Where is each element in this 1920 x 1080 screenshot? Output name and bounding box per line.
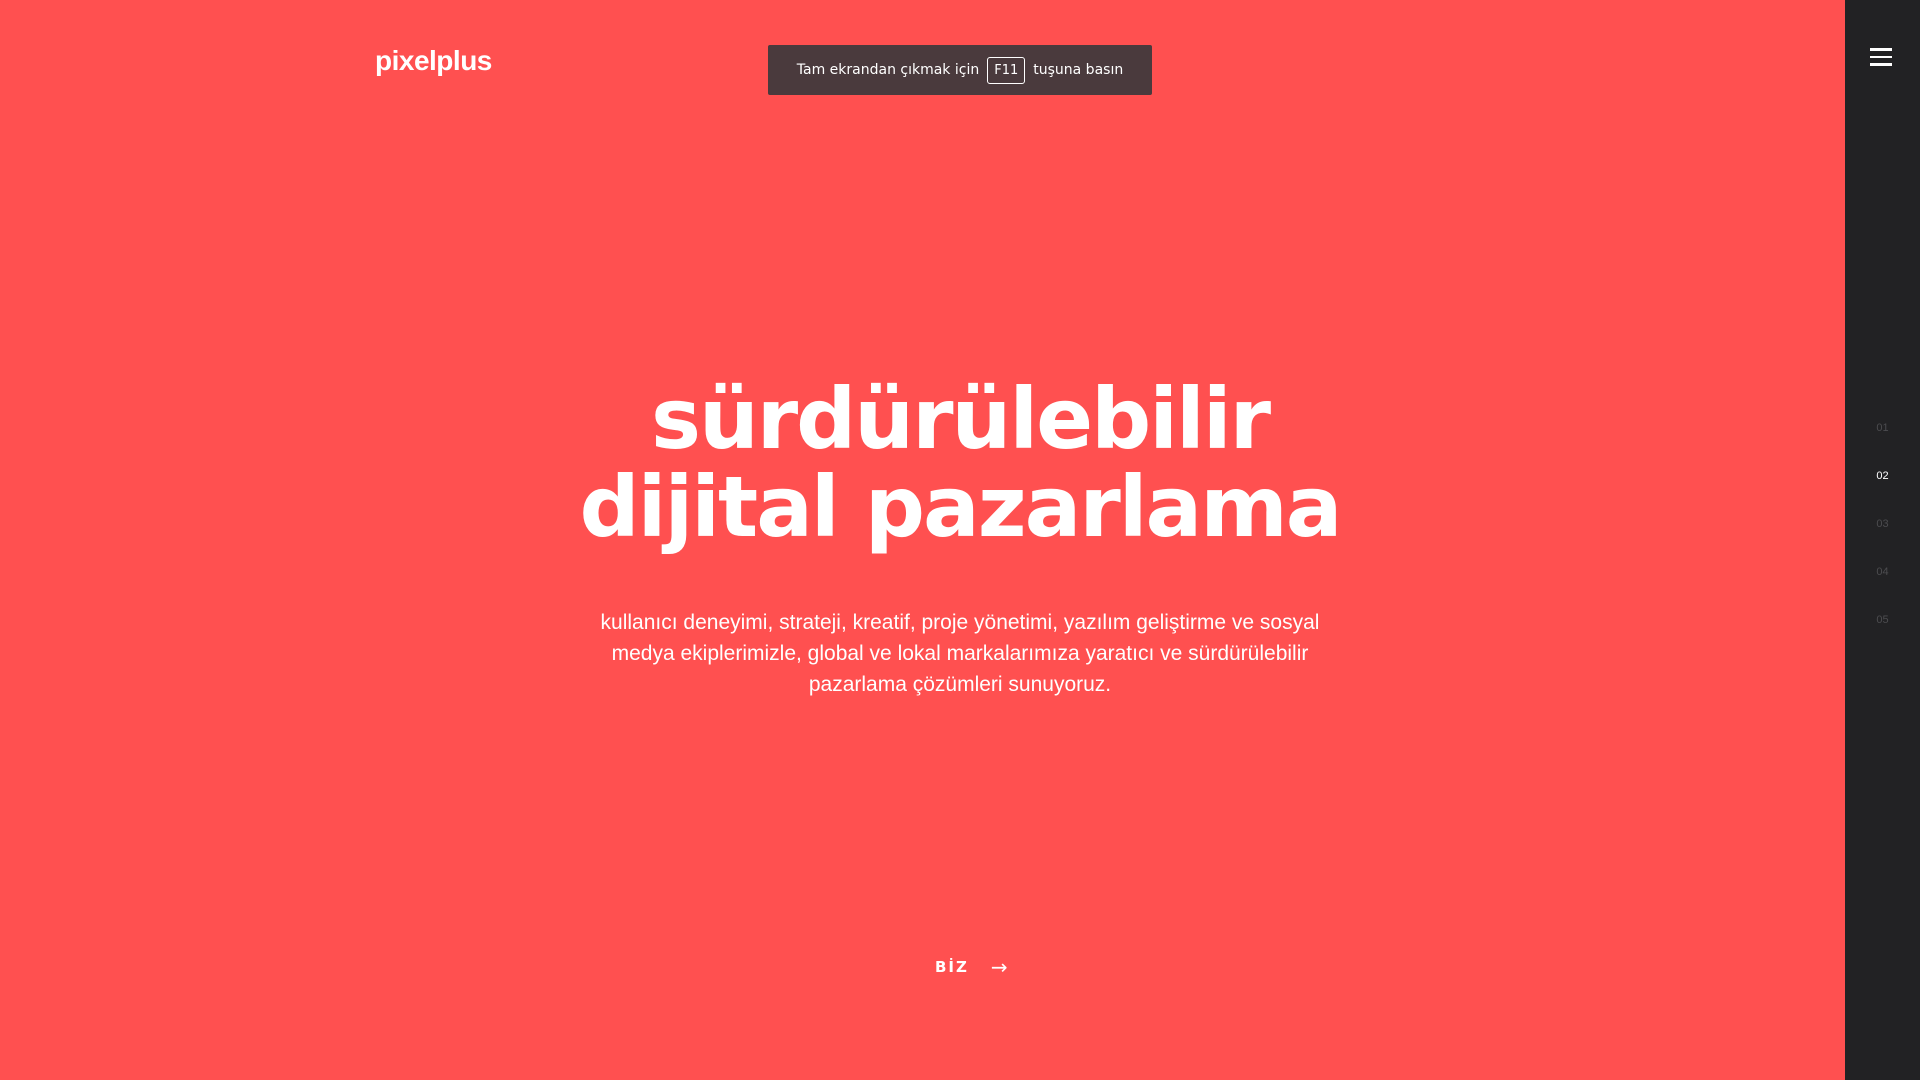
pager-item-05[interactable]: 05 [1845,610,1920,658]
pixelplus-logo[interactable]: pixelplus [375,45,492,77]
f11-key-badge: F11 [987,56,1026,84]
fullscreen-notice-text-before: Tam ekrandan çıkmak için [796,62,980,78]
hamburger-menu-icon[interactable] [1870,48,1892,66]
biz-link-label: BİZ [935,958,969,976]
hero-subtitle: kullanıcı deneyimi, strateji, kreatif, p… [600,611,1320,696]
hero-title-line-1: sürdürülebilir [650,370,1271,468]
fullscreen-notice-text-after: tuşuna basın [1033,62,1124,78]
section-pager: 01 02 03 04 05 [1845,418,1920,658]
pager-item-04[interactable]: 04 [1845,562,1920,610]
main-content: pixelplus Tam ekrandan çıkmak için F11 t… [0,0,1845,1080]
hero-title: sürdürülebilir dijital pazarlama [0,375,1920,551]
fullscreen-exit-notice: Tam ekrandan çıkmak için F11 tuşuna bası… [768,45,1152,95]
hero-title-line-2: dijital pazarlama [579,458,1343,556]
pager-item-02[interactable]: 02 [1845,466,1920,514]
pager-item-01[interactable]: 01 [1845,418,1920,466]
page: pixelplus Tam ekrandan çıkmak için F11 t… [0,0,1920,1080]
pager-item-03[interactable]: 03 [1845,514,1920,562]
arrow-right-icon: → [990,955,1008,979]
biz-link[interactable]: BİZ → [935,955,1008,979]
